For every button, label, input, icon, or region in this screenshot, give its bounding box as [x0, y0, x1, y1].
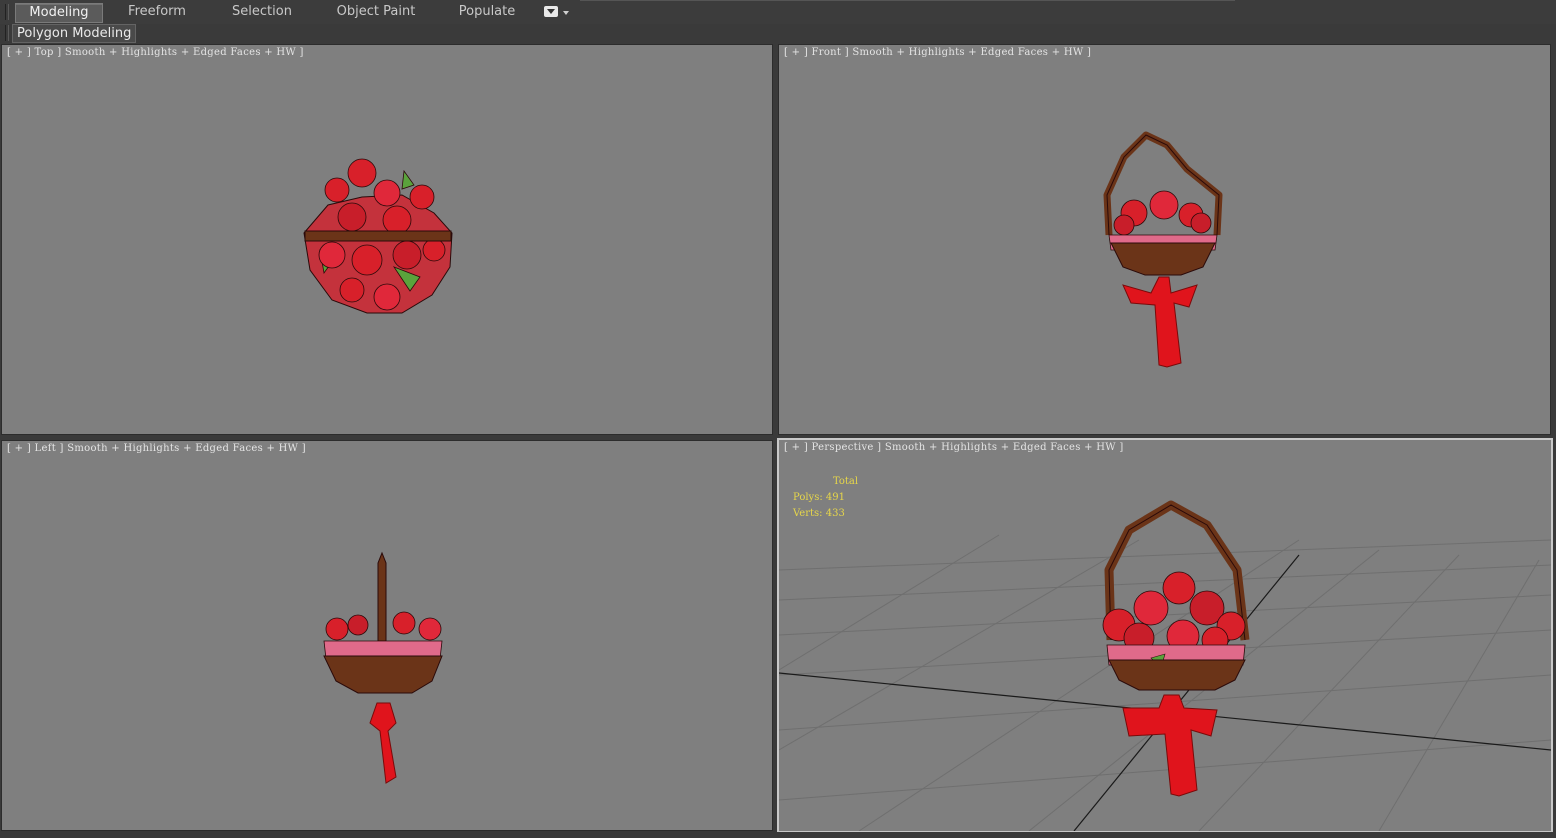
ribbon-tab-bar: Modeling Freeform Selection Object Paint…: [0, 0, 1556, 25]
tab-object-paint[interactable]: Object Paint: [330, 3, 422, 21]
viewport-left[interactable]: [ + ] Left ] Smooth + Highlights + Edged…: [1, 440, 773, 831]
ribbon-options-button[interactable]: [544, 6, 558, 17]
viewport-top[interactable]: [ + ] Top ] Smooth + Highlights + Edged …: [1, 44, 773, 435]
front-view-model: [1103, 131, 1223, 368]
basket-perspective-view: [1102, 500, 1250, 797]
basket-front-view: [1103, 131, 1223, 368]
tab-populate[interactable]: Populate: [450, 3, 524, 21]
ribbon-panel-row: Polygon Modeling: [0, 24, 1556, 43]
divider: [580, 0, 1235, 1]
left-view-model: [323, 551, 443, 784]
status-strip: [0, 832, 1556, 838]
toolbar-grip[interactable]: [5, 4, 9, 20]
dropdown-arrow-icon[interactable]: [563, 11, 569, 15]
tab-freeform[interactable]: Freeform: [118, 3, 196, 21]
top-view-model: [303, 158, 453, 314]
panel-grip[interactable]: [5, 25, 9, 41]
chevron-down-icon: [547, 9, 555, 14]
tab-selection[interactable]: Selection: [222, 3, 302, 21]
bouquet-top-view: [303, 158, 453, 314]
basket-left-view: [323, 551, 443, 784]
viewport-front[interactable]: [ + ] Front ] Smooth + Highlights + Edge…: [778, 44, 1551, 435]
polygon-modeling-panel[interactable]: Polygon Modeling: [12, 24, 137, 43]
viewport-perspective[interactable]: [ + ] Perspective ] Smooth + Highlights …: [777, 438, 1553, 833]
tab-modeling[interactable]: Modeling: [15, 3, 103, 23]
perspective-view-model: [779, 500, 1551, 831]
